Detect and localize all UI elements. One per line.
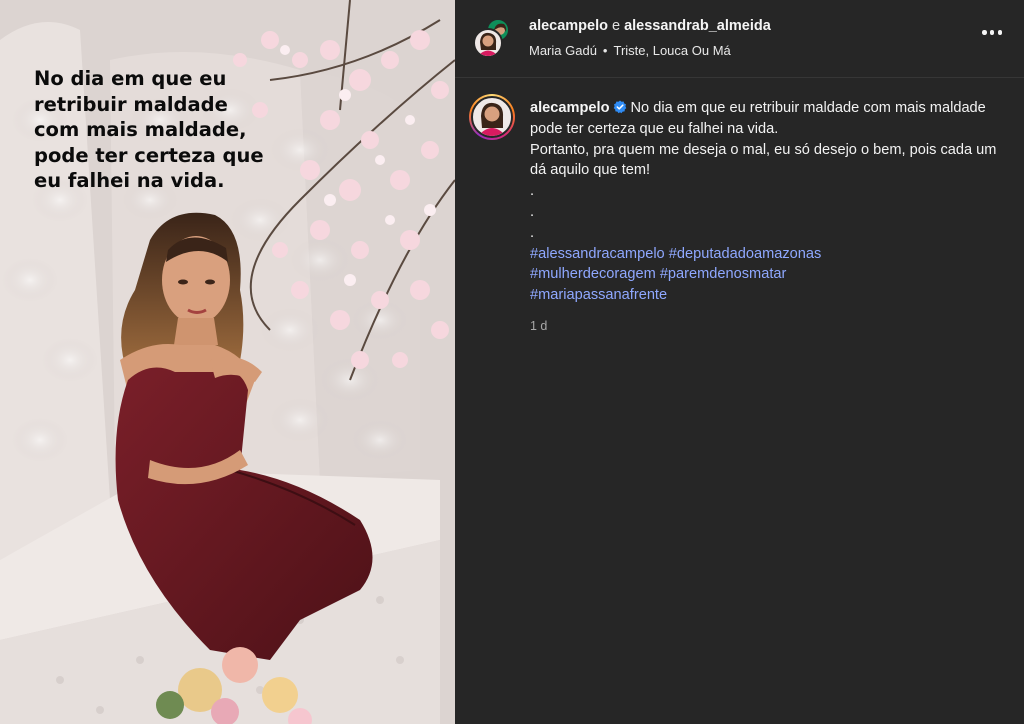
hashtag-link[interactable]: #deputadadoamazonas (669, 246, 822, 262)
post-timestamp[interactable]: 1 d (530, 316, 1000, 337)
post-details-panel: alecampelo e alessandrab_almeida Maria Gad… (455, 0, 1024, 724)
avatar-portrait-icon (478, 32, 498, 56)
caption-dot: . (530, 224, 535, 241)
caption-text: alecampelo No dia em que eu retribuir mal… (530, 98, 1000, 337)
collab-avatars[interactable] (473, 18, 510, 58)
audio-artist: Maria Gadú (529, 43, 597, 58)
owners-joiner: e (612, 18, 621, 34)
post-photo[interactable]: No dia em que eu retribuir maldade com m… (0, 0, 455, 724)
audio-separator: • (602, 43, 608, 58)
owner-username-2[interactable]: alessandrab_almeida (624, 18, 771, 34)
avatar-portrait-icon (478, 102, 506, 136)
caption-dot: . (530, 183, 535, 200)
photo-overlay-text: No dia em que eu retribuir maldade com m… (34, 67, 264, 192)
post-header: alecampelo e alessandrab_almeida Maria Gad… (455, 0, 1024, 78)
caption-dot: . (530, 203, 535, 220)
verified-badge-icon (613, 100, 626, 114)
hashtag-link[interactable]: #mulherdecoragem (530, 266, 656, 282)
post-owners: alecampelo e alessandrab_almeida (529, 18, 771, 34)
hashtag-link[interactable]: #alessandracampelo (530, 246, 665, 262)
hashtag-link[interactable]: #paremdenosmatar (660, 266, 787, 282)
caption-avatar[interactable] (469, 94, 515, 140)
audio-attribution[interactable]: Maria Gadú • Triste, Louca Ou Má (529, 43, 731, 58)
hashtag-row: #alessandracampelo #deputadadoamazonas #… (530, 244, 1000, 306)
audio-song: Triste, Louca Ou Má (613, 43, 731, 58)
hashtag-link[interactable]: #mariapassanafrente (530, 287, 667, 303)
owner-username-1[interactable]: alecampelo (529, 18, 608, 34)
caption-username[interactable]: alecampelo (530, 100, 610, 116)
more-horizontal-icon[interactable] (982, 30, 1002, 36)
avatar-primary[interactable] (473, 28, 503, 58)
caption-line-2: Portanto, pra quem me deseja o mal, eu s… (530, 141, 997, 179)
